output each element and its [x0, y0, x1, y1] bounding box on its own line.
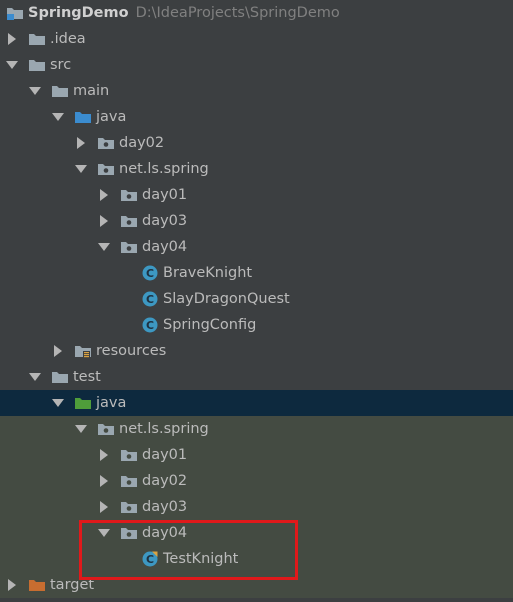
folder-icon [28, 57, 46, 73]
tree-row-test-day02[interactable]: day02 [0, 468, 513, 494]
chevron-down-icon[interactable] [98, 527, 110, 539]
chevron-down-icon[interactable] [52, 111, 64, 123]
folder-icon [51, 83, 69, 99]
tree-label: net.ls.spring [119, 421, 209, 437]
package-icon [120, 499, 138, 515]
tree-row-test-package[interactable]: net.ls.spring [0, 416, 513, 442]
package-icon [120, 187, 138, 203]
svg-text:C: C [146, 553, 154, 566]
package-icon [97, 161, 115, 177]
test-class-icon: C [142, 551, 158, 567]
tree-label: day01 [142, 187, 188, 203]
package-icon [97, 135, 115, 151]
package-icon [120, 447, 138, 463]
tree-row-main-java[interactable]: java [0, 104, 513, 130]
tree-label: day02 [119, 135, 165, 151]
tree-label: SlayDragonQuest [163, 291, 290, 307]
resources-folder-icon [74, 343, 92, 359]
chevron-down-icon[interactable] [29, 371, 41, 383]
tree-label: BraveKnight [163, 265, 253, 281]
class-icon: C [142, 317, 158, 333]
chevron-right-icon[interactable] [98, 501, 110, 513]
tree-row-test-day04[interactable]: day04 [0, 520, 513, 546]
chevron-right-icon[interactable] [6, 33, 18, 45]
excluded-folder-icon [28, 577, 46, 593]
tree-label: TestKnight [163, 551, 239, 567]
folder-icon [28, 31, 46, 47]
tree-label: target [50, 577, 95, 593]
package-icon [120, 525, 138, 541]
chevron-right-icon[interactable] [98, 449, 110, 461]
chevron-down-icon[interactable] [6, 59, 18, 71]
tree-label: day03 [142, 213, 188, 229]
project-path: D:\IdeaProjects\SpringDemo [135, 5, 340, 21]
tree-row-slaydragonquest[interactable]: C SlayDragonQuest [0, 286, 513, 312]
class-icon: C [142, 291, 158, 307]
tree-row-idea[interactable]: .idea [0, 26, 513, 52]
tree-label: resources [96, 343, 167, 359]
project-name: SpringDemo [28, 5, 129, 21]
package-icon [120, 473, 138, 489]
chevron-right-icon[interactable] [98, 475, 110, 487]
tree-label: SpringConfig [163, 317, 257, 333]
tree-row-main-day01[interactable]: day01 [0, 182, 513, 208]
tree-row-src[interactable]: src [0, 52, 513, 78]
class-icon: C [142, 265, 158, 281]
svg-text:C: C [146, 267, 154, 280]
tree-label: java [96, 109, 127, 125]
tree-row-main-day03[interactable]: day03 [0, 208, 513, 234]
tree-row-braveknight[interactable]: C BraveKnight [0, 260, 513, 286]
tree-row-main-package[interactable]: net.ls.spring [0, 156, 513, 182]
tree-label: src [50, 57, 72, 73]
tree-row-main-day04[interactable]: day04 [0, 234, 513, 260]
chevron-down-icon[interactable] [75, 423, 87, 435]
package-icon [120, 239, 138, 255]
tree-row-root[interactable]: SpringDemo D:\IdeaProjects\SpringDemo [0, 0, 513, 26]
tree-label: day03 [142, 499, 188, 515]
package-icon [120, 213, 138, 229]
chevron-down-icon[interactable] [52, 397, 64, 409]
folder-icon [51, 369, 69, 385]
tree-label: .idea [50, 31, 86, 47]
chevron-down-icon[interactable] [29, 85, 41, 97]
tree-row-main[interactable]: main [0, 78, 513, 104]
tree-label: day04 [142, 525, 188, 541]
tree-label: main [73, 83, 110, 99]
chevron-right-icon[interactable] [6, 579, 18, 591]
tree-label: day04 [142, 239, 188, 255]
chevron-right-icon[interactable] [98, 189, 110, 201]
project-module-icon [6, 5, 24, 21]
chevron-down-icon[interactable] [75, 163, 87, 175]
chevron-right-icon[interactable] [98, 215, 110, 227]
project-tree: SpringDemo D:\IdeaProjects\SpringDemo .i… [0, 0, 513, 598]
tree-row-testknight[interactable]: C TestKnight [0, 546, 513, 572]
tree-label: day01 [142, 447, 188, 463]
svg-text:C: C [146, 319, 154, 332]
tree-row-test[interactable]: test [0, 364, 513, 390]
tree-row-test-day01[interactable]: day01 [0, 442, 513, 468]
chevron-right-icon[interactable] [75, 137, 87, 149]
svg-text:C: C [146, 293, 154, 306]
tree-label: test [73, 369, 101, 385]
package-icon [97, 421, 115, 437]
tree-label: java [96, 395, 127, 411]
chevron-right-icon[interactable] [52, 345, 64, 357]
tree-row-test-java[interactable]: java [0, 390, 513, 416]
test-source-folder-icon [74, 395, 92, 411]
tree-label: day02 [142, 473, 188, 489]
tree-row-main-day02[interactable]: day02 [0, 130, 513, 156]
tree-row-springconfig[interactable]: C SpringConfig [0, 312, 513, 338]
tree-row-target[interactable]: target [0, 572, 513, 598]
tree-row-test-day03[interactable]: day03 [0, 494, 513, 520]
tree-row-resources[interactable]: resources [0, 338, 513, 364]
source-folder-icon [74, 109, 92, 125]
tree-label: net.ls.spring [119, 161, 209, 177]
chevron-down-icon[interactable] [98, 241, 110, 253]
